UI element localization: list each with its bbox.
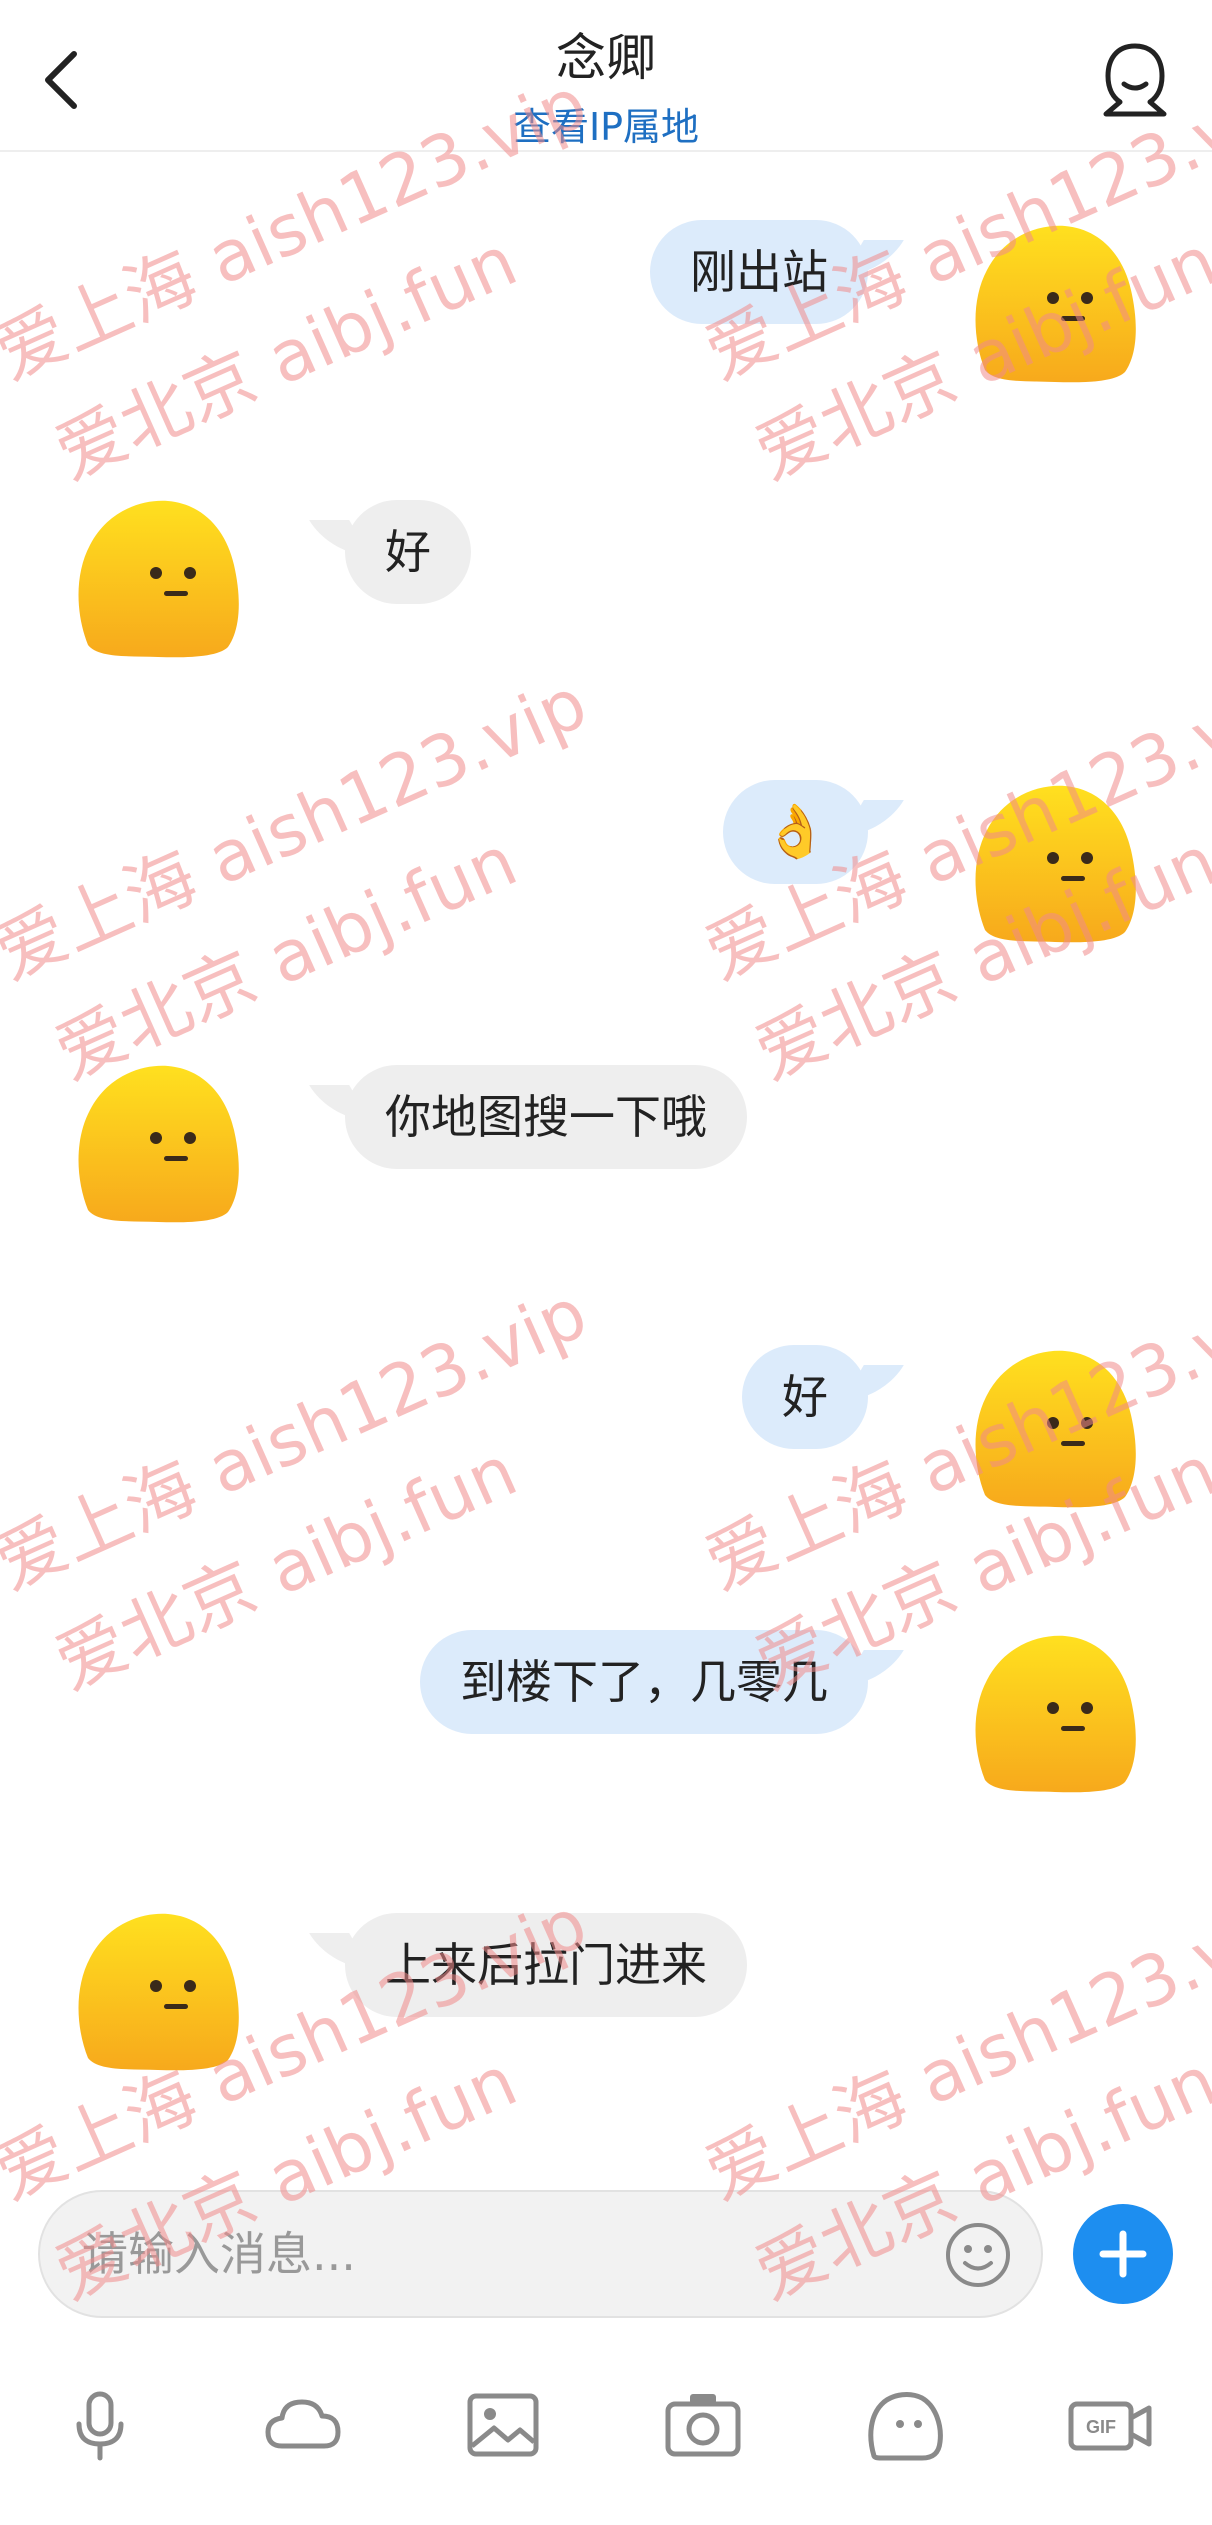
- message-bubble[interactable]: 刚出站: [650, 220, 868, 324]
- plus-button[interactable]: [1073, 2204, 1173, 2304]
- message-input[interactable]: 请输入消息...: [38, 2190, 1043, 2318]
- gif-button[interactable]: GIF: [1065, 2380, 1155, 2470]
- message-input-placeholder: 请输入消息...: [82, 2227, 356, 2281]
- message-bubble[interactable]: 上来后拉门进来: [345, 1913, 747, 2017]
- view-ip-location-link[interactable]: 查看IP属地: [0, 96, 1212, 151]
- avatar[interactable]: [965, 780, 1140, 945]
- image-icon: [467, 2393, 539, 2457]
- profile-icon: [1103, 43, 1167, 117]
- avatar[interactable]: [68, 1908, 243, 2073]
- voice-button[interactable]: [55, 2380, 145, 2470]
- camera-button[interactable]: [658, 2380, 748, 2470]
- cloud-button[interactable]: [258, 2380, 348, 2470]
- camera-icon: [665, 2394, 741, 2457]
- composer-toolbar: GIF: [0, 2380, 1212, 2490]
- message-bubble[interactable]: 好: [345, 500, 471, 604]
- avatar[interactable]: [965, 220, 1140, 385]
- avatar[interactable]: [965, 1345, 1140, 1510]
- smiley-icon: [946, 2223, 1010, 2287]
- message-bubble[interactable]: 👌: [723, 780, 868, 884]
- chat-header: 念卿 查看IP属地: [0, 0, 1212, 152]
- profile-button[interactable]: [1098, 40, 1172, 120]
- microphone-icon: [76, 2391, 124, 2461]
- avatar[interactable]: [965, 1630, 1140, 1795]
- composer: 请输入消息...: [0, 2190, 1212, 2325]
- avatar[interactable]: [68, 495, 243, 660]
- message-bubble[interactable]: 好: [742, 1345, 868, 1449]
- plus-icon: [1099, 2230, 1147, 2278]
- sticker-icon: [868, 2392, 943, 2461]
- gif-icon: GIF: [1068, 2401, 1152, 2451]
- message-bubble[interactable]: 到楼下了，几零几: [420, 1630, 868, 1734]
- sticker-button[interactable]: [860, 2380, 950, 2470]
- gif-label: GIF: [1086, 2417, 1116, 2437]
- emoji-button[interactable]: [943, 2220, 1013, 2290]
- page-title: 念卿: [556, 29, 656, 87]
- cloud-icon: [265, 2399, 341, 2449]
- message-bubble[interactable]: 你地图搜一下哦: [345, 1065, 747, 1169]
- avatar[interactable]: [68, 1060, 243, 1225]
- message-list: 刚出站 好 👌 你地图搜一下哦 好 到楼下了，几零几 上来后拉门进来: [0, 150, 1212, 2190]
- album-button[interactable]: [458, 2380, 548, 2470]
